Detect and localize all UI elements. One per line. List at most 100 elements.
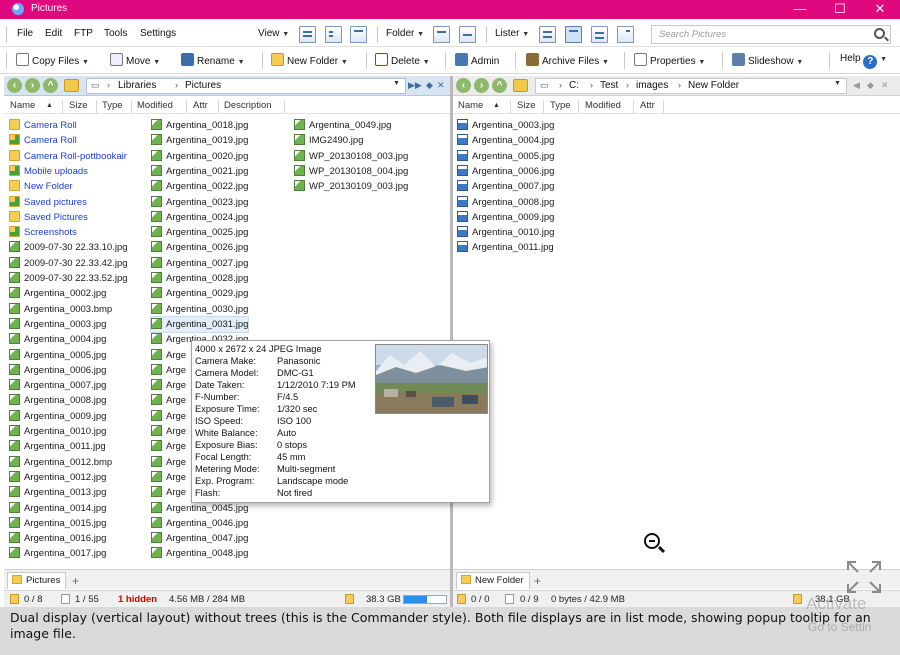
menu-tools[interactable]: Tools xyxy=(104,28,127,39)
folder-item[interactable]: Camera Roll xyxy=(9,118,77,133)
file-item[interactable]: Arge xyxy=(151,348,186,363)
file-item[interactable]: Argentina_0004.jpg xyxy=(457,133,554,148)
file-item[interactable]: Argentina_0003.jpg xyxy=(9,317,106,332)
file-item[interactable]: 2009-07-30 22.33.52.jpg xyxy=(9,271,128,286)
up-icon[interactable]: ^ xyxy=(492,78,507,93)
view-thumbnails-icon[interactable] xyxy=(350,26,367,43)
lister-tree-icon[interactable] xyxy=(617,26,634,43)
close-button[interactable]: ✕ xyxy=(860,0,900,19)
file-item[interactable]: Argentina_0049.jpg xyxy=(294,118,391,133)
tab-pictures[interactable]: Pictures xyxy=(7,572,67,589)
file-item[interactable]: Argentina_0030.jpg xyxy=(151,302,248,317)
breadcrumb-new-folder[interactable]: New Folder xyxy=(688,80,739,91)
lister-dual-vertical-icon[interactable] xyxy=(565,26,582,43)
column-modified[interactable]: Modified xyxy=(585,100,621,111)
pane-menu-icon[interactable]: ◀ xyxy=(853,80,860,91)
file-item[interactable]: Argentina_0011.jpg xyxy=(9,439,106,454)
lister-single-icon[interactable] xyxy=(539,26,556,43)
folder-menu[interactable]: Folder ▼ xyxy=(386,28,424,39)
file-item[interactable]: Argentina_0024.jpg xyxy=(151,210,248,225)
file-item[interactable]: Argentina_0002.jpg xyxy=(9,286,106,301)
search-input[interactable]: Search Pictures xyxy=(651,25,891,44)
column-type[interactable]: Type xyxy=(102,100,123,111)
file-item[interactable]: Argentina_0027.jpg xyxy=(151,256,248,271)
file-item[interactable]: Argentina_0004.jpg xyxy=(9,332,106,347)
pane-menu-icon[interactable]: ▶▶ xyxy=(408,80,422,91)
file-item[interactable]: Argentina_0009.jpg xyxy=(457,210,554,225)
file-item[interactable]: Argentina_0014.jpg xyxy=(9,501,106,516)
folder-item[interactable]: Mobile uploads xyxy=(9,164,88,179)
archive-files-button[interactable]: Archive Files ▼ xyxy=(526,53,609,69)
column-name[interactable]: Name xyxy=(10,100,35,111)
file-item[interactable]: Argentina_0015.jpg xyxy=(9,516,106,531)
hidden-count[interactable]: 1 hidden xyxy=(118,594,157,605)
file-item[interactable]: Argentina_0012.jpg xyxy=(9,470,106,485)
file-item[interactable]: Arge xyxy=(151,470,186,485)
file-item[interactable]: Arge xyxy=(151,409,186,424)
slideshow-button[interactable]: Slideshow ▼ xyxy=(732,53,803,69)
file-item[interactable]: Argentina_0003.bmp xyxy=(9,302,112,317)
folder-item[interactable]: Camera Roll xyxy=(9,133,77,148)
menu-file[interactable]: File xyxy=(17,28,33,39)
file-item[interactable]: Argentina_0003.jpg xyxy=(457,118,554,133)
file-item[interactable]: Arge xyxy=(151,455,186,470)
column-name[interactable]: Name xyxy=(458,100,483,111)
breadcrumb-pictures[interactable]: Pictures xyxy=(185,80,221,91)
view-menu[interactable]: View ▼ xyxy=(258,28,289,39)
breadcrumb-c[interactable]: C: xyxy=(569,80,579,91)
file-item[interactable]: Argentina_0017.jpg xyxy=(9,546,106,561)
file-item[interactable]: Arge xyxy=(151,439,186,454)
right-path-box[interactable]: ▭ › C: › Test › images › New Folder ▼ xyxy=(535,78,847,94)
file-item[interactable]: Argentina_0016.jpg xyxy=(9,531,106,546)
back-icon[interactable]: ‹ xyxy=(7,78,22,93)
copy-files-button[interactable]: Copy Files ▼ xyxy=(16,53,89,69)
add-tab-icon[interactable]: + xyxy=(72,574,79,588)
file-item[interactable]: 2009-07-30 22.33.42.jpg xyxy=(9,256,128,271)
up-icon[interactable]: ^ xyxy=(43,78,58,93)
properties-button[interactable]: Properties ▼ xyxy=(634,53,705,69)
file-item[interactable]: Argentina_0012.bmp xyxy=(9,455,112,470)
file-item[interactable]: WP_20130109_003.jpg xyxy=(294,179,408,194)
tab-new-folder[interactable]: New Folder xyxy=(456,572,530,589)
column-attr[interactable]: Attr xyxy=(193,100,208,111)
file-item[interactable]: Argentina_0011.jpg xyxy=(457,240,554,255)
help-button[interactable]: Help ? ▼ xyxy=(840,53,887,69)
rename-button[interactable]: Rename ▼ xyxy=(181,53,245,69)
new-folder-button[interactable]: New Folder ▼ xyxy=(271,53,348,69)
file-item[interactable]: Argentina_0020.jpg xyxy=(151,149,248,164)
folder-item[interactable]: Screenshots xyxy=(9,225,77,240)
folder-item[interactable]: New Folder xyxy=(9,179,73,194)
lister-dual-horizontal-icon[interactable] xyxy=(591,26,608,43)
file-item[interactable]: Argentina_0018.jpg xyxy=(151,118,248,133)
folder-item[interactable]: Camera Roll-pottbookair xyxy=(9,149,127,164)
file-item[interactable]: Arge xyxy=(151,485,186,500)
file-item[interactable]: Arge xyxy=(151,424,186,439)
file-item[interactable]: Argentina_0006.jpg xyxy=(457,164,554,179)
maximize-button[interactable]: ☐ xyxy=(820,0,860,19)
column-modified[interactable]: Modified xyxy=(137,100,173,111)
file-item[interactable]: Argentina_0005.jpg xyxy=(457,149,554,164)
file-item[interactable]: Argentina_0046.jpg xyxy=(151,516,248,531)
column-size[interactable]: Size xyxy=(517,100,535,111)
breadcrumb-images[interactable]: images xyxy=(636,80,668,91)
file-item[interactable]: Argentina_0010.jpg xyxy=(457,225,554,240)
file-item[interactable]: Argentina_0005.jpg xyxy=(9,348,106,363)
file-item[interactable]: IMG2490.jpg xyxy=(294,133,363,148)
folder-item[interactable]: Saved Pictures xyxy=(9,210,88,225)
menu-settings[interactable]: Settings xyxy=(140,28,176,39)
file-item[interactable]: Argentina_0010.jpg xyxy=(9,424,106,439)
column-description[interactable]: Description xyxy=(224,100,272,111)
minimize-button[interactable]: — xyxy=(780,0,820,19)
left-path-box[interactable]: ▭ › Libraries › Pictures ▼ xyxy=(86,78,406,94)
pane-close-icon[interactable]: ✕ xyxy=(881,80,889,91)
file-item[interactable]: Argentina_0026.jpg xyxy=(151,240,248,255)
file-item[interactable]: Argentina_0007.jpg xyxy=(457,179,554,194)
file-item[interactable]: Argentina_0019.jpg xyxy=(151,133,248,148)
move-button[interactable]: Move ▼ xyxy=(110,53,160,69)
folder-item[interactable]: Saved pictures xyxy=(9,195,87,210)
file-item[interactable]: Argentina_0006.jpg xyxy=(9,363,106,378)
column-type[interactable]: Type xyxy=(550,100,571,111)
file-item[interactable]: Argentina_0021.jpg xyxy=(151,164,248,179)
menu-ftp[interactable]: FTP xyxy=(74,28,93,39)
favorites-icon[interactable] xyxy=(64,79,79,92)
